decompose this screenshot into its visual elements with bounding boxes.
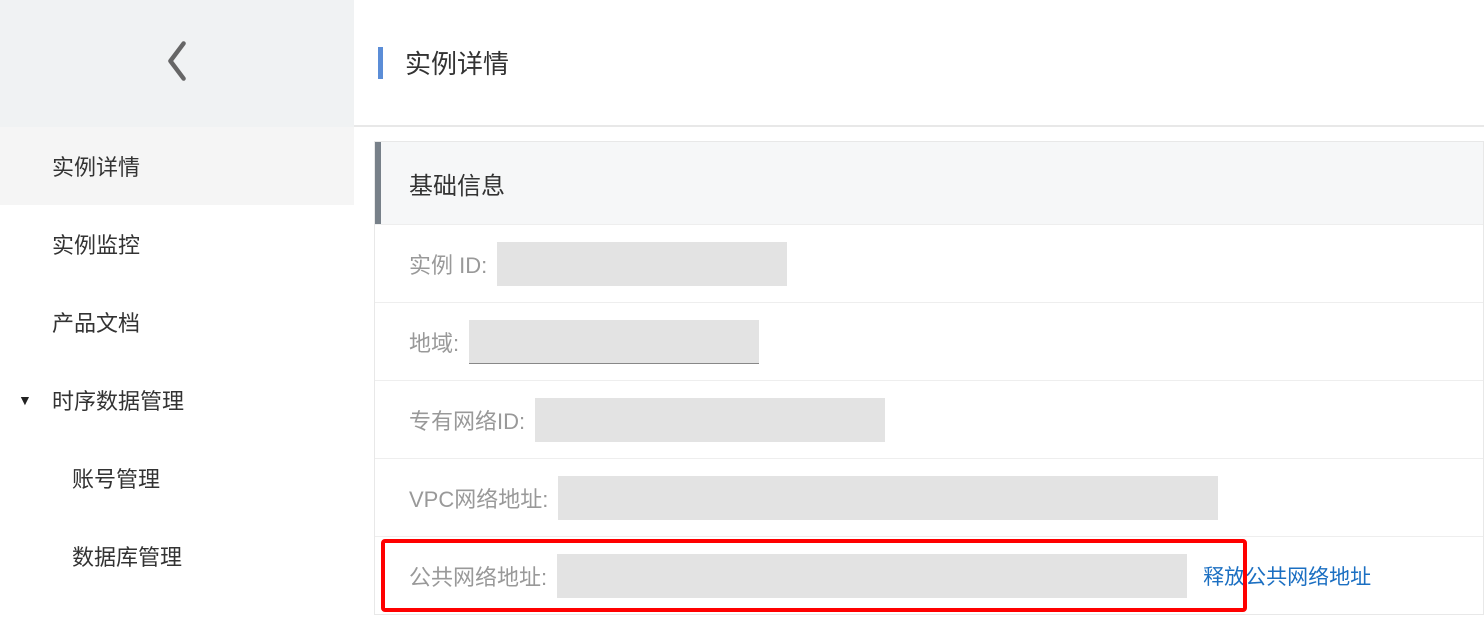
vpc-id-label: 专有网络ID: <box>409 404 525 436</box>
sidebar-nav: 实例详情 实例监控 产品文档 ▼ 时序数据管理 账号管理 数据库管理 <box>0 127 354 595</box>
sidebar-back[interactable] <box>0 0 354 127</box>
sidebar-item-label: 实例详情 <box>52 150 140 182</box>
vpc-addr-value-redacted <box>558 476 1218 520</box>
sidebar-item-label: 数据库管理 <box>72 540 182 572</box>
sidebar-item-label: 产品文档 <box>52 306 140 338</box>
sidebar-item-tsdata-mgmt[interactable]: ▼ 时序数据管理 <box>0 361 354 439</box>
region-value-redacted <box>469 320 759 364</box>
main-header: 实例详情 <box>354 0 1484 127</box>
panel-header: 基础信息 <box>375 142 1483 224</box>
sidebar-item-instance-details[interactable]: 实例详情 <box>0 127 354 205</box>
caret-down-icon: ▼ <box>18 392 32 408</box>
vpc-addr-label: VPC网络地址: <box>409 482 548 514</box>
release-public-addr-link[interactable]: 释放公共网络地址 <box>1203 561 1371 591</box>
page-title: 实例详情 <box>405 44 509 81</box>
row-vpc-id: 专有网络ID: <box>375 380 1483 458</box>
row-vpc-addr: VPC网络地址: <box>375 458 1483 536</box>
sidebar-item-instance-monitor[interactable]: 实例监控 <box>0 205 354 283</box>
chevron-left-icon <box>163 39 191 88</box>
panel-title: 基础信息 <box>409 166 505 201</box>
page-title-wrap: 实例详情 <box>378 44 509 81</box>
sidebar-item-label: 实例监控 <box>52 228 140 260</box>
public-addr-label: 公共网络地址: <box>409 560 547 592</box>
row-instance-id: 实例 ID: <box>375 224 1483 302</box>
row-public-addr: 公共网络地址: 释放公共网络地址 <box>375 536 1483 614</box>
vpc-id-value-redacted <box>535 398 885 442</box>
content: 基础信息 实例 ID: 地域: 专有网络ID: VPC网络地址: 公共网络地址: <box>354 127 1484 634</box>
sidebar-item-label: 账号管理 <box>72 462 160 494</box>
main: 实例详情 基础信息 实例 ID: 地域: 专有网络ID: VPC网络地址: <box>354 0 1484 634</box>
instance-id-label: 实例 ID: <box>409 248 487 280</box>
sidebar-item-label: 时序数据管理 <box>52 384 184 416</box>
sidebar-item-product-docs[interactable]: 产品文档 <box>0 283 354 361</box>
title-accent-bar <box>378 47 383 79</box>
sidebar: 实例详情 实例监控 产品文档 ▼ 时序数据管理 账号管理 数据库管理 <box>0 0 354 634</box>
instance-id-value-redacted <box>497 242 787 286</box>
row-region: 地域: <box>375 302 1483 380</box>
sidebar-subitem-account-mgmt[interactable]: 账号管理 <box>0 439 354 517</box>
region-label: 地域: <box>409 326 459 358</box>
sidebar-subitem-database-mgmt[interactable]: 数据库管理 <box>0 517 354 595</box>
basic-info-panel: 基础信息 实例 ID: 地域: 专有网络ID: VPC网络地址: 公共网络地址: <box>374 141 1484 615</box>
public-addr-value-redacted <box>557 554 1187 598</box>
